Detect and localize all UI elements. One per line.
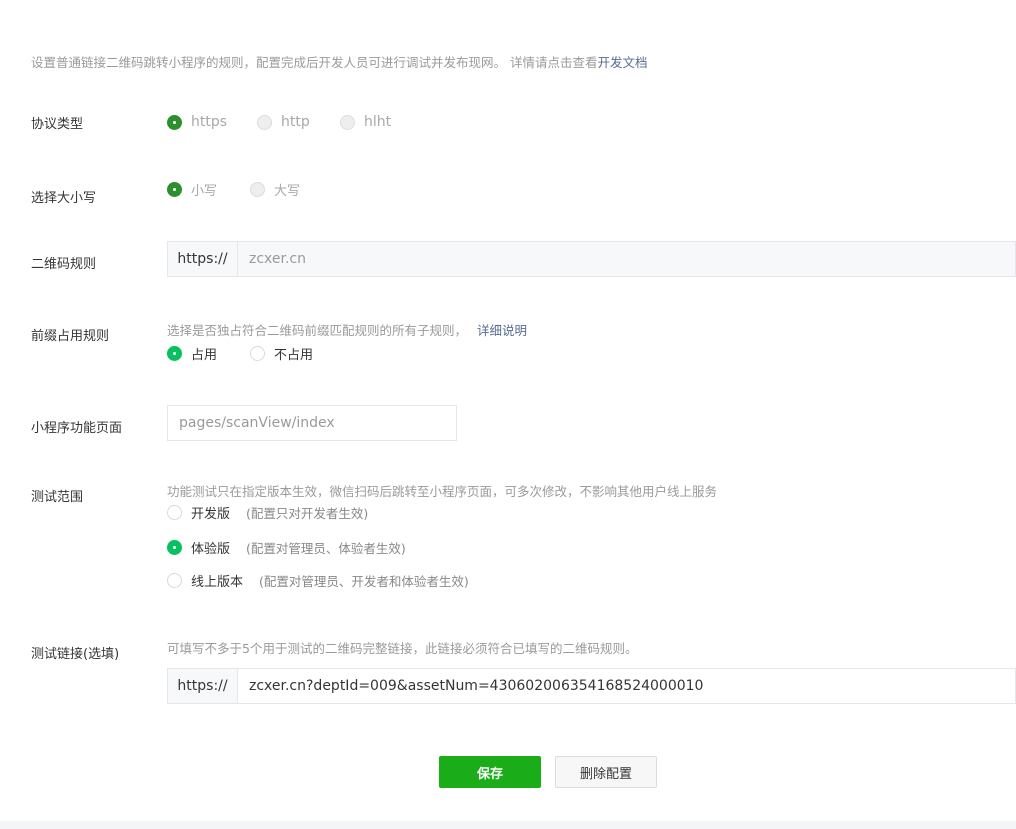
radio-uppercase: 大写 — [250, 180, 300, 199]
prefix-rule-details-link[interactable]: 详细说明 — [477, 323, 527, 338]
radio-dot-not-occupy — [250, 346, 265, 361]
protocol-label: 协议类型 — [31, 117, 84, 132]
bottom-divider — [0, 821, 1016, 829]
prefix-rule-hint-text: 选择是否独占符合二维码前缀匹配规则的所有子规则， — [167, 323, 468, 338]
radio-label-trial-version: 体验版 — [191, 542, 231, 557]
radio-not-occupy[interactable]: 不占用 — [250, 344, 313, 363]
radio-dot-uppercase — [250, 182, 265, 197]
radio-trial-version[interactable]: 体验版 (配置对管理员、体验者生效) — [167, 538, 406, 557]
radio-http: http — [257, 114, 310, 130]
test-scope-hint: 功能测试只在指定版本生效，微信扫码后跳转至小程序页面，可多次修改，不影响其他用户… — [167, 484, 718, 499]
radio-label-online-version: 线上版本 — [191, 575, 244, 590]
radio-dot-online-version — [167, 573, 182, 588]
radio-label-https: https — [191, 114, 228, 130]
qr-rule-input-group: https:// zcxer.cn — [167, 241, 1016, 277]
radio-label-uppercase: 大写 — [274, 184, 301, 199]
radio-label-lowercase: 小写 — [191, 184, 218, 199]
radio-note-online-version: (配置对管理员、开发者和体验者生效) — [259, 574, 469, 589]
test-link-hint: 可填写不多于5个用于测试的二维码完整链接，此链接必须符合已填写的二维码规则。 — [167, 641, 638, 656]
radio-note-trial-version: (配置对管理员、体验者生效) — [246, 541, 406, 556]
test-scope-label: 测试范围 — [31, 490, 84, 505]
test-link-field[interactable]: zcxer.cn?deptId=009&assetNum=43060200635… — [238, 669, 1015, 703]
radio-online-version[interactable]: 线上版本 (配置对管理员、开发者和体验者生效) — [167, 571, 469, 590]
dev-docs-link[interactable]: 开发文档 — [597, 55, 647, 70]
radio-dot-trial-version — [167, 540, 182, 555]
radio-dot-occupy — [167, 346, 182, 361]
case-label: 选择大小写 — [31, 191, 97, 206]
intro-text: 设置普通链接二维码跳转小程序的规则，配置完成后开发人员可进行调试并发布现网。 详… — [31, 52, 648, 71]
qr-rule-field: zcxer.cn — [249, 251, 307, 267]
radio-dot-https — [167, 114, 182, 130]
page-label: 小程序功能页面 — [31, 421, 123, 436]
radio-dot-http — [257, 114, 272, 130]
radio-dot-dev-version — [167, 505, 182, 520]
radio-label-hlht: hlht — [364, 114, 392, 130]
radio-label-not-occupy: 不占用 — [274, 348, 314, 363]
radio-dev-version[interactable]: 开发版 (配置只对开发者生效) — [167, 503, 368, 522]
radio-lowercase: 小写 — [167, 180, 217, 199]
radio-note-dev-version: (配置只对开发者生效) — [246, 506, 369, 521]
test-link-input-group[interactable]: https:// zcxer.cn?deptId=009&assetNum=43… — [167, 668, 1016, 704]
test-link-prefix: https:// — [168, 669, 238, 703]
prefix-rule-hint: 选择是否独占符合二维码前缀匹配规则的所有子规则， 详细说明 — [167, 320, 527, 339]
radio-dot-hlht — [340, 114, 355, 130]
radio-https: https — [167, 114, 227, 130]
qr-rule-prefix: https:// — [168, 242, 238, 276]
radio-dot-lowercase — [167, 182, 182, 197]
prefix-rule-label: 前缀占用规则 — [31, 329, 110, 344]
radio-label-http: http — [281, 114, 310, 130]
radio-hlht: hlht — [340, 114, 391, 130]
qr-rule-label: 二维码规则 — [31, 257, 97, 272]
test-link-label: 测试链接(选填) — [31, 647, 120, 662]
save-button[interactable]: 保存 — [439, 756, 541, 788]
delete-config-button[interactable]: 删除配置 — [555, 756, 657, 788]
radio-label-dev-version: 开发版 — [191, 507, 231, 522]
radio-label-occupy: 占用 — [191, 348, 218, 363]
intro-description: 设置普通链接二维码跳转小程序的规则，配置完成后开发人员可进行调试并发布现网。 详… — [31, 55, 598, 70]
radio-occupy[interactable]: 占用 — [167, 344, 217, 363]
page-path-input[interactable]: pages/scanView/index — [167, 405, 457, 441]
